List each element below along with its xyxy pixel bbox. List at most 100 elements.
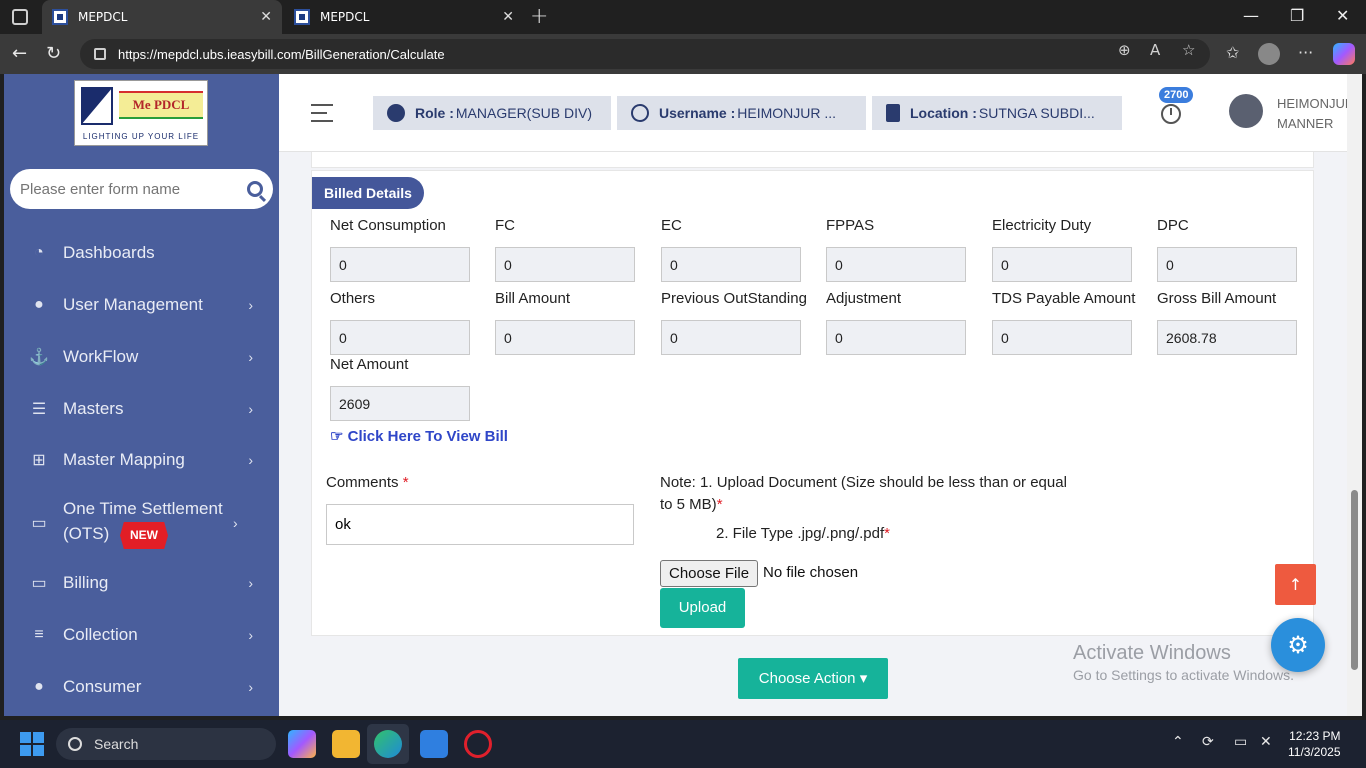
site-favicon-icon — [294, 9, 310, 25]
browser-tab-1[interactable]: MEPDCL ✕ — [42, 0, 282, 34]
tds-payable-amount-input[interactable] — [992, 320, 1132, 355]
volume-muted-icon[interactable]: ✕ — [1260, 734, 1272, 750]
previous-outstanding-input[interactable] — [661, 320, 801, 355]
mail-icon[interactable] — [420, 730, 448, 758]
taskbar-clock[interactable]: 12:23 PM 11/3/2025 — [1288, 728, 1341, 760]
field-label: TDS Payable Amount — [992, 290, 1136, 307]
favorites-icon[interactable]: ✩ — [1226, 43, 1239, 62]
user-name[interactable]: HEIMONJUR MANNER — [1277, 94, 1347, 134]
upload-button[interactable]: Upload — [660, 588, 745, 628]
billed-details-card: Billed Details Net Consumption FC EC FPP… — [311, 170, 1314, 636]
chevron-right-icon: › — [248, 574, 253, 591]
field-dpc: DPC — [1157, 217, 1317, 282]
site-info-icon[interactable] — [94, 48, 106, 60]
file-explorer-icon[interactable] — [332, 730, 360, 758]
ec-input[interactable] — [661, 247, 801, 282]
clock-icon[interactable] — [1161, 104, 1181, 124]
taskbar-search[interactable]: Search — [56, 728, 276, 760]
windows-start-icon[interactable] — [20, 732, 44, 756]
logo-tagline: LIGHTING UP YOUR LIFE — [82, 132, 200, 141]
mepdcl-logo[interactable]: Me PDCL LIGHTING UP YOUR LIFE — [74, 80, 208, 146]
back-icon[interactable]: ← — [12, 43, 27, 64]
browser-tab-2[interactable]: MEPDCL ✕ — [284, 0, 524, 34]
field-label: Electricity Duty — [992, 217, 1092, 234]
field-net-amount: Net Amount — [330, 356, 490, 421]
fc-input[interactable] — [495, 247, 635, 282]
opera-icon[interactable] — [464, 730, 492, 758]
page-scrollbar[interactable] — [1347, 74, 1362, 716]
sidebar-item-label: Billing — [63, 573, 109, 592]
adjustment-input[interactable] — [826, 320, 966, 355]
window-close-icon[interactable]: ✕ — [1336, 6, 1349, 25]
sidebar-item-consumer[interactable]: ● Consumer › — [4, 674, 279, 699]
maximize-icon[interactable]: ❐ — [1290, 6, 1304, 25]
view-bill-link-text: Click Here To View Bill — [347, 428, 508, 445]
field-fc: FC — [495, 217, 655, 282]
tab-close-icon[interactable]: ✕ — [260, 9, 272, 25]
others-input[interactable] — [330, 320, 470, 355]
scroll-to-top-button[interactable]: ↑ — [1275, 564, 1316, 605]
anchor-icon: ⚓ — [29, 348, 49, 366]
sidebar-item-collection[interactable]: ≡ Collection › — [4, 622, 279, 647]
role-label: Role : — [415, 105, 454, 121]
role-chip: Role : MANAGER(SUB DIV) — [373, 96, 611, 130]
sidebar-item-dashboards[interactable]: ◔ Dashboards — [4, 240, 279, 265]
sync-icon[interactable]: ⟳ — [1202, 734, 1214, 750]
read-aloud-icon[interactable]: A — [1150, 41, 1160, 59]
gross-bill-amount-input[interactable] — [1157, 320, 1297, 355]
electricity-duty-input[interactable] — [992, 247, 1132, 282]
net-amount-input[interactable] — [330, 386, 470, 421]
settings-button[interactable]: ⚙ — [1271, 618, 1325, 672]
field-label: Previous OutStanding — [661, 290, 807, 307]
profile-avatar[interactable] — [1258, 43, 1280, 65]
sidebar-item-user-management[interactable]: ● User Management › — [4, 292, 279, 317]
chevron-right-icon: › — [248, 451, 253, 468]
hamburger-menu-icon[interactable] — [311, 104, 333, 128]
sidebar-item-master-mapping[interactable]: ⊞ Master Mapping › — [4, 447, 279, 472]
view-bill-link[interactable]: ☞ Click Here To View Bill — [330, 427, 508, 445]
sidebar-item-label: Consumer — [63, 677, 142, 696]
zoom-icon[interactable]: ⊕ — [1118, 41, 1131, 59]
top-navbar: Role : MANAGER(SUB DIV) Username : HEIMO… — [279, 74, 1347, 152]
search-icon — [68, 737, 82, 751]
field-label: Bill Amount — [495, 290, 571, 307]
sidebar-item-workflow[interactable]: ⚓ WorkFlow › — [4, 344, 279, 369]
hand-pointer-icon: ☞ — [330, 428, 344, 445]
sidebar-item-ots[interactable]: ▭ One Time Settlement (OTS) NEW › — [4, 496, 279, 549]
favorite-star-icon[interactable]: ☆ — [1182, 41, 1195, 59]
tray-chevron-up-icon[interactable]: ⌃ — [1172, 734, 1184, 750]
form-search-input[interactable] — [20, 180, 247, 198]
copilot-icon[interactable] — [1333, 43, 1355, 65]
dpc-input[interactable] — [1157, 247, 1297, 282]
choose-action-button[interactable]: Choose Action ▾ — [738, 658, 888, 699]
minimize-icon[interactable]: — — [1243, 6, 1259, 25]
more-menu-icon[interactable]: ··· — [1298, 43, 1313, 62]
username-label: Username : — [659, 105, 736, 121]
role-value: MANAGER(SUB DIV) — [455, 105, 593, 121]
copilot-app-icon[interactable] — [288, 730, 316, 758]
new-tab-icon[interactable]: + — [530, 4, 548, 29]
url-field[interactable]: https://mepdcl.ubs.ieasybill.com/BillGen… — [80, 39, 1210, 69]
user-avatar[interactable] — [1229, 94, 1263, 128]
watermark-line1: Activate Windows — [1073, 642, 1231, 664]
file-status-text: No file chosen — [763, 564, 859, 581]
scrollbar-thumb[interactable] — [1351, 490, 1358, 670]
taskbar-search-label: Search — [94, 736, 139, 752]
refresh-icon[interactable]: ↻ — [46, 43, 61, 64]
edge-browser-icon[interactable] — [374, 730, 402, 758]
sidebar-item-billing[interactable]: ▭ Billing › — [4, 570, 279, 595]
fppas-input[interactable] — [826, 247, 966, 282]
bill-amount-input[interactable] — [495, 320, 635, 355]
chevron-right-icon: › — [248, 296, 253, 313]
search-icon[interactable] — [247, 181, 263, 197]
tab-actions-icon[interactable] — [12, 9, 28, 25]
field-electricity-duty: Electricity Duty — [992, 217, 1152, 282]
display-icon[interactable]: ▭ — [1234, 734, 1247, 750]
net-consumption-input[interactable] — [330, 247, 470, 282]
comments-input[interactable] — [326, 504, 634, 545]
sidebar-item-label: Dashboards — [63, 243, 155, 262]
username-value: HEIMONJUR ... — [737, 105, 837, 121]
choose-file-button[interactable]: Choose File — [660, 560, 759, 587]
tab-close-icon[interactable]: ✕ — [502, 9, 514, 25]
sidebar-item-masters[interactable]: ☰ Masters › — [4, 396, 279, 421]
